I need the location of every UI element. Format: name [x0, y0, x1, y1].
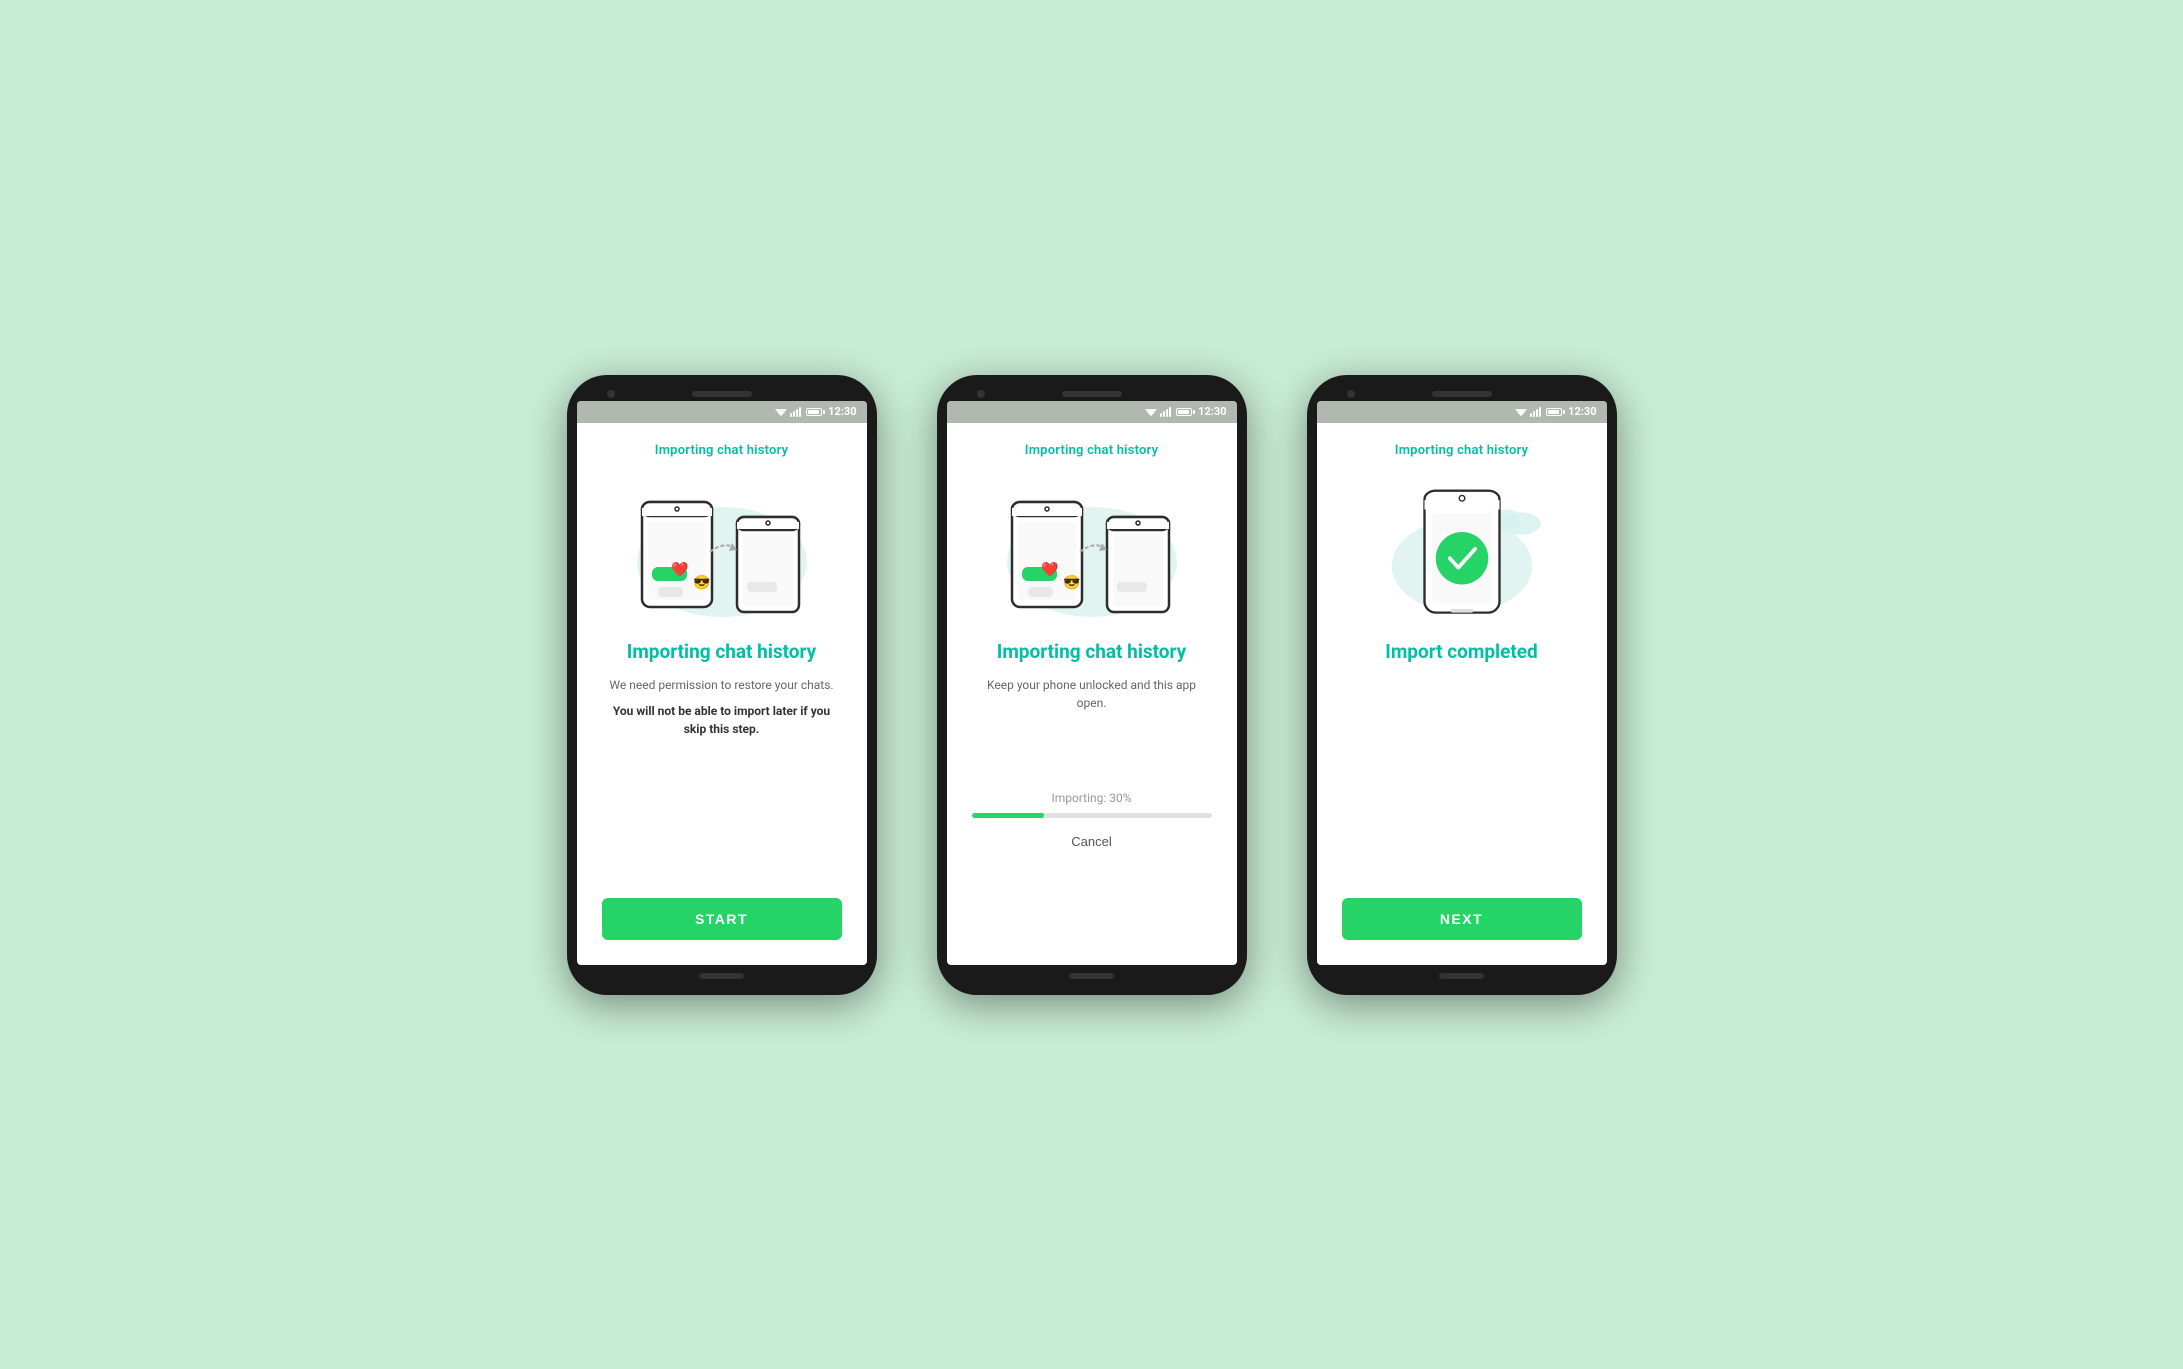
wifi-icon-2	[1145, 407, 1157, 417]
phone-complete: 12:30 Importing chat history	[1307, 375, 1617, 995]
status-time-1: 12:30	[828, 405, 856, 418]
battery-icon-2	[1176, 408, 1192, 416]
phones-transfer-svg-1: ❤️ 😎	[622, 472, 822, 622]
status-icons-3	[1515, 407, 1562, 417]
status-time-3: 12:30	[1568, 405, 1596, 418]
home-button-1	[699, 973, 744, 979]
phone-screen-1: 12:30 Importing chat history	[577, 401, 867, 965]
progress-section: Importing: 30% Cancel	[972, 720, 1212, 919]
wifi-icon-3	[1515, 407, 1527, 417]
phone-speaker-1	[692, 391, 752, 397]
status-bar-3: 12:30	[1317, 401, 1607, 423]
phone-bottom-bezel-3	[1317, 965, 1607, 985]
home-button-3	[1439, 973, 1484, 979]
status-icons-2	[1145, 407, 1192, 417]
screen-content-3: Importing chat history	[1317, 423, 1607, 965]
cancel-button[interactable]: Cancel	[1071, 834, 1111, 849]
wifi-icon-1	[775, 407, 787, 417]
status-time-2: 12:30	[1198, 405, 1226, 418]
svg-text:❤️: ❤️	[671, 561, 689, 578]
phone-bottom-bezel-1	[577, 965, 867, 985]
screen-body-bold-1: You will not be able to import later if …	[602, 702, 842, 738]
screen-heading-1: Importing chat history	[627, 640, 816, 665]
phone-camera-2	[977, 390, 985, 398]
phone-top-bezel-2	[947, 385, 1237, 401]
signal-icon-2	[1160, 407, 1171, 417]
phone-speaker-2	[1062, 391, 1122, 397]
illustration-1: ❤️ 😎	[602, 472, 842, 622]
phone-progress: 12:30 Importing chat history ❤️	[937, 375, 1247, 995]
phone-top-bezel-3	[1317, 385, 1607, 401]
phone-bottom-bezel-2	[947, 965, 1237, 985]
svg-text:😎: 😎	[1063, 574, 1080, 591]
signal-icon-3	[1530, 407, 1541, 417]
start-button[interactable]: START	[602, 898, 842, 940]
check-svg	[1367, 472, 1557, 622]
signal-icon-1	[790, 407, 801, 417]
screen-heading-2: Importing chat history	[997, 640, 1186, 665]
phones-container: 12:30 Importing chat history	[567, 375, 1617, 995]
phone-speaker-3	[1432, 391, 1492, 397]
screen-heading-3: Import completed	[1385, 640, 1537, 665]
status-bar-2: 12:30	[947, 401, 1237, 423]
progress-bar-fill	[972, 813, 1044, 818]
screen-header-title-1: Importing chat history	[655, 443, 788, 458]
check-illustration	[1367, 472, 1557, 622]
screen-body-1: We need permission to restore your chats…	[609, 676, 833, 694]
progress-bar-container	[972, 813, 1212, 818]
screen-content-1: Importing chat history	[577, 423, 867, 965]
phone-screen-2: 12:30 Importing chat history ❤️	[947, 401, 1237, 965]
phone-top-bezel-1	[577, 385, 867, 401]
svg-text:😎: 😎	[693, 574, 710, 591]
battery-icon-1	[806, 408, 822, 416]
screen-content-2: Importing chat history ❤️ 😎	[947, 423, 1237, 965]
illustration-2: ❤️ 😎	[972, 472, 1212, 622]
battery-icon-3	[1546, 408, 1562, 416]
phone-camera-1	[607, 390, 615, 398]
progress-label: Importing: 30%	[1051, 791, 1131, 805]
home-button-2	[1069, 973, 1114, 979]
svg-text:❤️: ❤️	[1041, 561, 1059, 578]
phones-transfer-svg-2: ❤️ 😎	[992, 472, 1192, 622]
screen-header-title-3: Importing chat history	[1395, 443, 1528, 458]
phone-camera-3	[1347, 390, 1355, 398]
phone-start: 12:30 Importing chat history	[567, 375, 877, 995]
status-bar-1: 12:30	[577, 401, 867, 423]
phone-screen-3: 12:30 Importing chat history	[1317, 401, 1607, 965]
status-icons-1	[775, 407, 822, 417]
screen-body-2: Keep your phone unlocked and this app op…	[972, 676, 1212, 712]
screen-header-title-2: Importing chat history	[1025, 443, 1158, 458]
next-button[interactable]: NEXT	[1342, 898, 1582, 940]
